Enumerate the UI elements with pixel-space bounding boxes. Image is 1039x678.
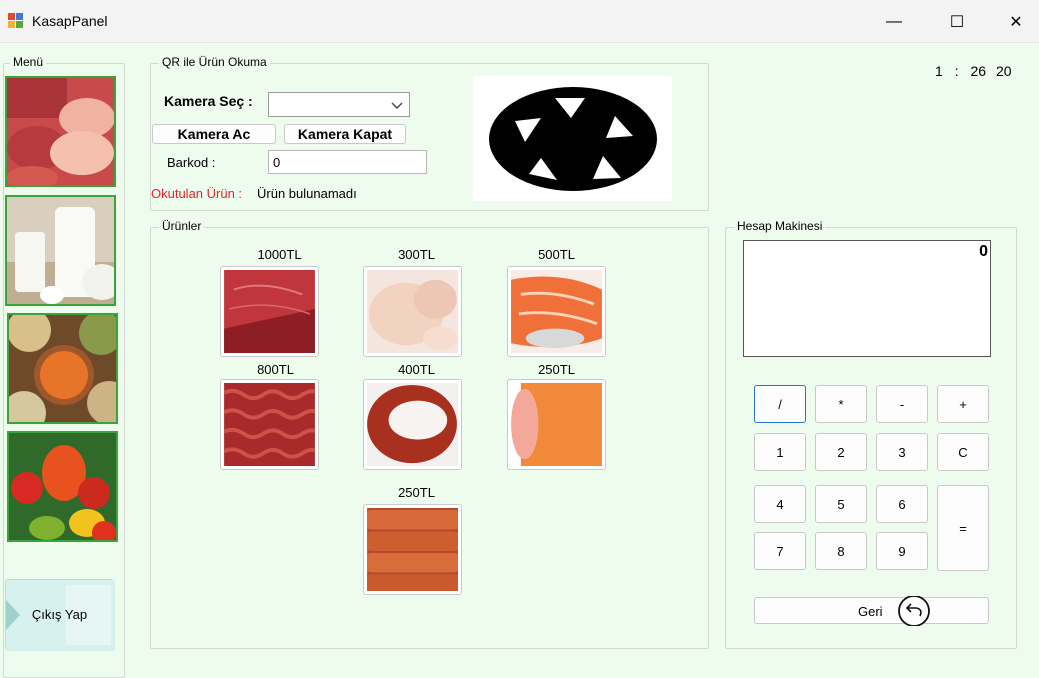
- window-title: KasapPanel: [32, 13, 108, 29]
- product-ring-sausage[interactable]: [363, 379, 462, 470]
- product-price-salmon: 500TL: [538, 247, 575, 262]
- menu-item-legumes[interactable]: [7, 313, 118, 424]
- calc-key-1[interactable]: 1: [754, 433, 806, 471]
- calc-key-6[interactable]: 6: [876, 485, 928, 523]
- vegetables-icon: [9, 433, 116, 540]
- calc-key-subtract[interactable]: -: [876, 385, 928, 423]
- clock-separator: :: [954, 63, 959, 79]
- product-price-ring-sausage: 400TL: [398, 362, 435, 377]
- minimize-button[interactable]: —: [865, 0, 923, 43]
- calc-key-add[interactable]: +: [937, 385, 989, 423]
- product-beef[interactable]: [220, 266, 319, 357]
- calc-key-divide[interactable]: /: [754, 385, 806, 423]
- salami-image: [511, 383, 602, 466]
- clock-second: 20: [995, 63, 1012, 79]
- calc-key-3[interactable]: 3: [876, 433, 928, 471]
- calc-key-4[interactable]: 4: [754, 485, 806, 523]
- product-price-sausages: 250TL: [398, 485, 435, 500]
- calc-key-clear[interactable]: C: [937, 433, 989, 471]
- menu-label: Menü: [10, 55, 47, 69]
- qr-group-label: QR ile Ürün Okuma: [159, 55, 270, 69]
- camera-shutter-icon: [489, 87, 657, 191]
- menu-item-vegetables[interactable]: [7, 431, 118, 542]
- logout-label: Çıkış Yap: [31, 607, 88, 622]
- title-bar: KasapPanel — ☐ ✕: [0, 0, 1039, 43]
- calculator-display: 0: [743, 240, 991, 357]
- chevron-down-icon: [391, 102, 403, 109]
- clock: 1 : 26 20: [935, 63, 1012, 79]
- dairy-icon: [7, 197, 114, 304]
- calc-back-label: Geri: [858, 604, 883, 619]
- camera-select-label: Kamera Seç :: [164, 93, 253, 109]
- meat-icon: [7, 78, 114, 185]
- ring-sausage-image: [367, 383, 458, 466]
- raw-chicken-image: [367, 270, 458, 353]
- calc-back-button[interactable]: Geri: [754, 596, 989, 626]
- calc-key-2[interactable]: 2: [815, 433, 867, 471]
- logout-button[interactable]: Çıkış Yap: [5, 579, 115, 651]
- calc-key-8[interactable]: 8: [815, 532, 867, 570]
- product-price-beef: 1000TL: [257, 247, 302, 262]
- products-group-label: Ürünler: [159, 219, 205, 233]
- calc-key-equals[interactable]: =: [937, 485, 989, 571]
- product-salmon[interactable]: [507, 266, 606, 357]
- salmon-fillet-image: [511, 270, 602, 353]
- calculator-group-label: Hesap Makinesi: [734, 219, 826, 233]
- menu-item-meat[interactable]: [5, 76, 116, 187]
- product-price-salami: 250TL: [538, 362, 575, 377]
- product-salami[interactable]: [507, 379, 606, 470]
- product-chicken[interactable]: [363, 266, 462, 357]
- sausages-image: [364, 508, 461, 592]
- clock-minute: 26: [970, 63, 987, 79]
- calc-key-7[interactable]: 7: [754, 532, 806, 570]
- ground-meat-image: [223, 383, 318, 466]
- product-price-ground-meat: 800TL: [257, 362, 294, 377]
- camera-close-button[interactable]: Kamera Kapat: [284, 124, 406, 144]
- legumes-icon: [9, 315, 116, 422]
- product-price-chicken: 300TL: [398, 247, 435, 262]
- close-button[interactable]: ✕: [987, 0, 1039, 43]
- barcode-label: Barkod :: [167, 155, 216, 170]
- menu-item-dairy[interactable]: [5, 195, 116, 306]
- beef-steak-image: [224, 270, 315, 353]
- barcode-input[interactable]: [268, 150, 427, 174]
- camera-preview: [473, 76, 672, 201]
- product-sausages[interactable]: [363, 504, 462, 595]
- camera-open-button[interactable]: Kamera Ac: [152, 124, 276, 144]
- scanned-product-label: Okutulan Ürün :: [151, 186, 243, 201]
- clock-hour: 1: [935, 63, 943, 79]
- calc-key-5[interactable]: 5: [815, 485, 867, 523]
- app-icon: [8, 13, 24, 29]
- calculator-display-value: 0: [979, 243, 988, 260]
- product-ground-meat[interactable]: [220, 379, 319, 470]
- maximize-button[interactable]: ☐: [928, 0, 986, 43]
- calc-key-multiply[interactable]: *: [815, 385, 867, 423]
- scanned-product-value: Ürün bulunamadı: [257, 186, 357, 201]
- camera-select[interactable]: [268, 92, 410, 117]
- undo-arrow-icon: [898, 596, 930, 626]
- calc-key-9[interactable]: 9: [876, 532, 928, 570]
